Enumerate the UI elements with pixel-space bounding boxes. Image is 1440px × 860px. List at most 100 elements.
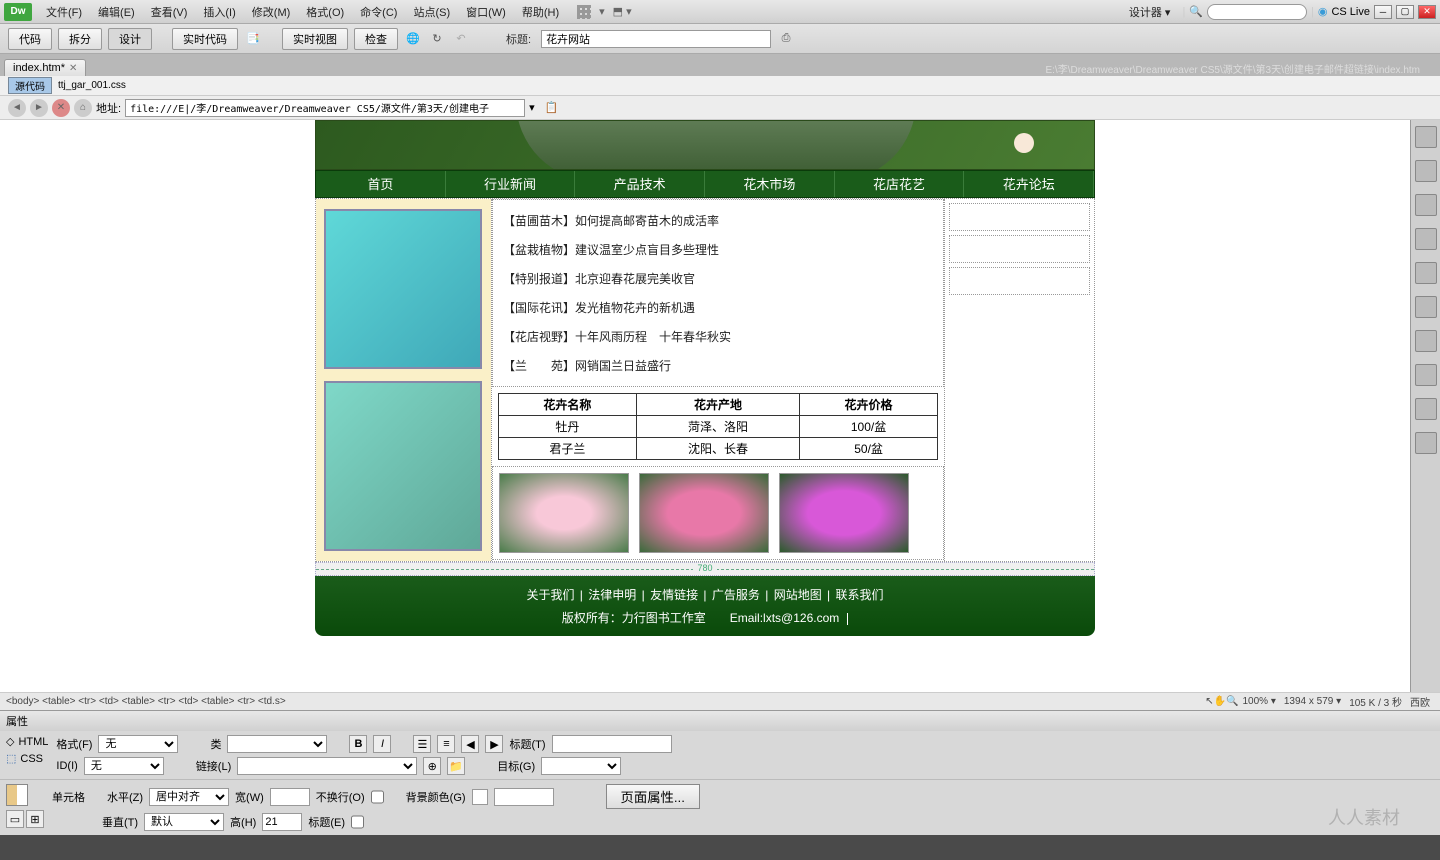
footer-link[interactable]: 关于我们 bbox=[526, 588, 574, 602]
cslive-icon[interactable]: ◉ bbox=[1318, 5, 1328, 18]
code-view-button[interactable]: 代码 bbox=[8, 28, 52, 50]
designer-dropdown[interactable]: 设计器 ▾ bbox=[1121, 2, 1179, 22]
nav-tech[interactable]: 产品技术 bbox=[575, 171, 705, 197]
stop-nav-icon[interactable]: ✕ bbox=[52, 99, 70, 117]
news-item[interactable]: 【特别报道】北京迎春花展完美收官 bbox=[493, 264, 943, 293]
link-select[interactable] bbox=[237, 757, 417, 775]
panel-icon-2[interactable] bbox=[1415, 160, 1437, 182]
news-item[interactable]: 【盆栽植物】建议温室少点盲目多些理性 bbox=[493, 235, 943, 264]
address-tool-icon[interactable]: 📋 bbox=[545, 101, 559, 114]
pointer-tool-icon[interactable]: ↖ bbox=[1205, 696, 1213, 707]
zoom-tool-icon[interactable]: 🔍 bbox=[1226, 696, 1238, 707]
dropdown-icon[interactable]: ▾ bbox=[599, 5, 605, 18]
nowrap-checkbox[interactable] bbox=[371, 788, 384, 806]
menu-edit[interactable]: 编辑(E) bbox=[90, 2, 143, 22]
nav-shop[interactable]: 花店花艺 bbox=[835, 171, 965, 197]
inspect-button[interactable]: 检查 bbox=[354, 28, 398, 50]
flower-img-1[interactable] bbox=[499, 473, 629, 553]
horiz-select[interactable]: 居中对齐 bbox=[149, 788, 229, 806]
news-item[interactable]: 【花店视野】十年风雨历程 十年春华秋实 bbox=[493, 322, 943, 351]
html-mode-button[interactable]: ◇HTML bbox=[6, 735, 48, 748]
zoom-level[interactable]: 100% ▾ bbox=[1242, 696, 1275, 707]
menu-site[interactable]: 站点(S) bbox=[405, 2, 458, 22]
width-ruler[interactable]: 780 bbox=[315, 562, 1095, 576]
bg-color-swatch[interactable] bbox=[472, 789, 488, 805]
canvas-dim[interactable]: 1394 x 579 ▾ bbox=[1284, 696, 1341, 707]
css-file-tab[interactable]: ttj_gar_001.css bbox=[58, 80, 126, 91]
footer-link[interactable]: 法律申明 bbox=[588, 588, 636, 602]
title-tool-icon[interactable]: ⎙ bbox=[777, 30, 795, 48]
minimize-button[interactable]: ─ bbox=[1374, 5, 1392, 19]
thumb-2[interactable] bbox=[324, 381, 482, 551]
nav-forum[interactable]: 花卉论坛 bbox=[964, 171, 1094, 197]
refresh-icon[interactable]: ↻ bbox=[428, 30, 446, 48]
home-nav-icon[interactable]: ⌂ bbox=[74, 99, 92, 117]
id-select[interactable]: 无 bbox=[84, 757, 164, 775]
liveview-button[interactable]: 实时视图 bbox=[282, 28, 348, 50]
extension-icon[interactable]: ⬒ ▾ bbox=[613, 5, 632, 18]
footer-link[interactable]: 联系我们 bbox=[836, 588, 884, 602]
panel-icon-8[interactable] bbox=[1415, 364, 1437, 386]
class-select[interactable] bbox=[227, 735, 327, 753]
title-input[interactable] bbox=[541, 30, 771, 48]
menu-view[interactable]: 查看(V) bbox=[143, 2, 196, 22]
encoding[interactable]: 西欧 bbox=[1410, 694, 1430, 709]
nav-home[interactable]: 首页 bbox=[316, 171, 446, 197]
title-attr-input[interactable] bbox=[552, 735, 672, 753]
panel-icon-5[interactable] bbox=[1415, 262, 1437, 284]
table-row[interactable]: 君子兰沈阳、长春50/盆 bbox=[499, 438, 938, 460]
vert-select[interactable]: 默认 bbox=[144, 813, 224, 831]
layout-icon[interactable] bbox=[577, 5, 591, 19]
indent-button[interactable]: ▶ bbox=[485, 735, 503, 753]
cslive-label[interactable]: CS Live bbox=[1331, 6, 1370, 18]
tag-path[interactable]: <body> <table> <tr> <td> <table> <tr> <t… bbox=[6, 696, 286, 707]
height-input[interactable] bbox=[262, 813, 302, 831]
panel-icon-10[interactable] bbox=[1415, 432, 1437, 454]
merge-cells-button[interactable]: ▭ bbox=[6, 810, 24, 828]
address-input[interactable] bbox=[125, 99, 525, 117]
document-tab[interactable]: index.htm* ✕ bbox=[4, 59, 86, 76]
format-select[interactable]: 无 bbox=[98, 735, 178, 753]
browser-icon[interactable]: 🌐 bbox=[404, 30, 422, 48]
flower-img-3[interactable] bbox=[779, 473, 909, 553]
panel-icon-9[interactable] bbox=[1415, 398, 1437, 420]
target-select[interactable] bbox=[541, 757, 621, 775]
panel-icon-1[interactable] bbox=[1415, 126, 1437, 148]
property-header[interactable]: 属性 bbox=[0, 711, 1440, 731]
footer-link[interactable]: 友情链接 bbox=[650, 588, 698, 602]
panel-icon-7[interactable] bbox=[1415, 330, 1437, 352]
bold-button[interactable]: B bbox=[349, 735, 367, 753]
news-item[interactable]: 【国际花讯】发光植物花卉的新机遇 bbox=[493, 293, 943, 322]
source-code-tab[interactable]: 源代码 bbox=[8, 77, 52, 94]
forward-nav-icon[interactable]: ► bbox=[30, 99, 48, 117]
page-props-button[interactable]: 页面属性... bbox=[606, 784, 700, 809]
thumb-1[interactable] bbox=[324, 209, 482, 369]
panel-icon-4[interactable] bbox=[1415, 228, 1437, 250]
italic-button[interactable]: I bbox=[373, 735, 391, 753]
ol-button[interactable]: ≡ bbox=[437, 735, 455, 753]
close-tab-icon[interactable]: ✕ bbox=[69, 63, 77, 74]
news-item[interactable]: 【兰 苑】网销国兰日益盛行 bbox=[493, 351, 943, 380]
flower-img-2[interactable] bbox=[639, 473, 769, 553]
maximize-button[interactable]: ▢ bbox=[1396, 5, 1414, 19]
nav-news[interactable]: 行业新闻 bbox=[446, 171, 576, 197]
split-cells-button[interactable]: ⊞ bbox=[26, 810, 44, 828]
news-item[interactable]: 【苗圃苗木】如何提高邮寄苗木的成活率 bbox=[493, 206, 943, 235]
menu-window[interactable]: 窗口(W) bbox=[458, 2, 514, 22]
table-row[interactable]: 牡丹菏泽、洛阳100/盆 bbox=[499, 416, 938, 438]
bg-color-input[interactable] bbox=[494, 788, 554, 806]
menu-command[interactable]: 命令(C) bbox=[352, 2, 405, 22]
inspect-icon[interactable]: 📑 bbox=[244, 30, 262, 48]
panel-icon-6[interactable] bbox=[1415, 296, 1437, 318]
ul-button[interactable]: ☰ bbox=[413, 735, 431, 753]
split-view-button[interactable]: 拆分 bbox=[58, 28, 102, 50]
side-box[interactable] bbox=[949, 267, 1090, 295]
side-box[interactable] bbox=[949, 235, 1090, 263]
menu-help[interactable]: 帮助(H) bbox=[514, 2, 567, 22]
menu-modify[interactable]: 修改(M) bbox=[244, 2, 299, 22]
back-nav-icon[interactable]: ◄ bbox=[8, 99, 26, 117]
footer-copy[interactable]: 版权所有：力行图书工作室 Email:lxts@126.com bbox=[325, 609, 1085, 626]
menu-format[interactable]: 格式(O) bbox=[298, 2, 352, 22]
address-dropdown-icon[interactable]: ▾ bbox=[529, 101, 535, 114]
design-canvas[interactable]: 首页 行业新闻 产品技术 花木市场 花店花艺 花卉论坛 【苗圃苗木】如何提高邮寄… bbox=[0, 120, 1410, 692]
